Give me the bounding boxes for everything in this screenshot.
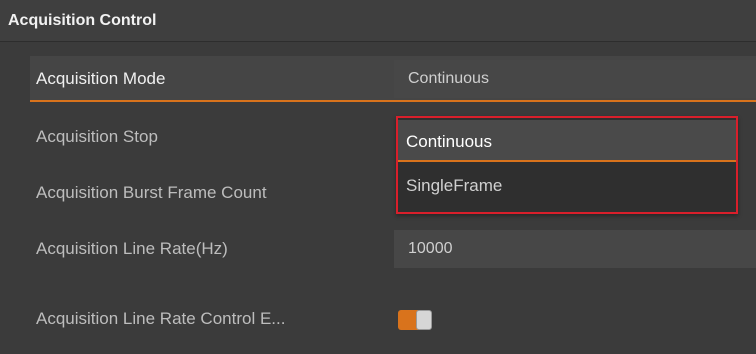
acquisition-mode-dropdown-list: Continuous SingleFrame bbox=[396, 116, 738, 214]
line-rate-input[interactable]: 10000 bbox=[394, 230, 756, 268]
acquisition-mode-select[interactable]: Continuous bbox=[394, 60, 756, 98]
section-title: Acquisition Control bbox=[8, 12, 157, 29]
option-label: SingleFrame bbox=[406, 176, 503, 195]
property-label: Acquisition Line Rate Control E... bbox=[36, 309, 286, 328]
dropdown-option-continuous[interactable]: Continuous bbox=[398, 120, 736, 162]
property-label: Acquisition Stop bbox=[36, 127, 158, 146]
property-label: Acquisition Mode bbox=[36, 69, 166, 88]
option-label: Continuous bbox=[406, 132, 493, 151]
property-label: Acquisition Burst Frame Count bbox=[36, 183, 267, 202]
toggle-track bbox=[398, 310, 418, 330]
line-rate-control-toggle[interactable] bbox=[398, 310, 432, 330]
property-row-acquisition-mode[interactable]: Acquisition Mode Continuous bbox=[30, 56, 756, 102]
toggle-knob[interactable] bbox=[416, 310, 432, 330]
property-row-acquisition-line-rate[interactable]: Acquisition Line Rate(Hz) 10000 bbox=[30, 226, 756, 272]
select-value: Continuous bbox=[408, 70, 489, 87]
dropdown-option-singleframe[interactable]: SingleFrame bbox=[398, 164, 736, 206]
input-value: 10000 bbox=[408, 240, 453, 257]
section-header-acquisition-control[interactable]: Acquisition Control bbox=[0, 0, 756, 42]
property-label: Acquisition Line Rate(Hz) bbox=[36, 239, 228, 258]
property-row-line-rate-control-enable[interactable]: Acquisition Line Rate Control E... bbox=[30, 296, 756, 342]
property-panel: Acquisition Control Acquisition Mode Con… bbox=[0, 0, 756, 354]
